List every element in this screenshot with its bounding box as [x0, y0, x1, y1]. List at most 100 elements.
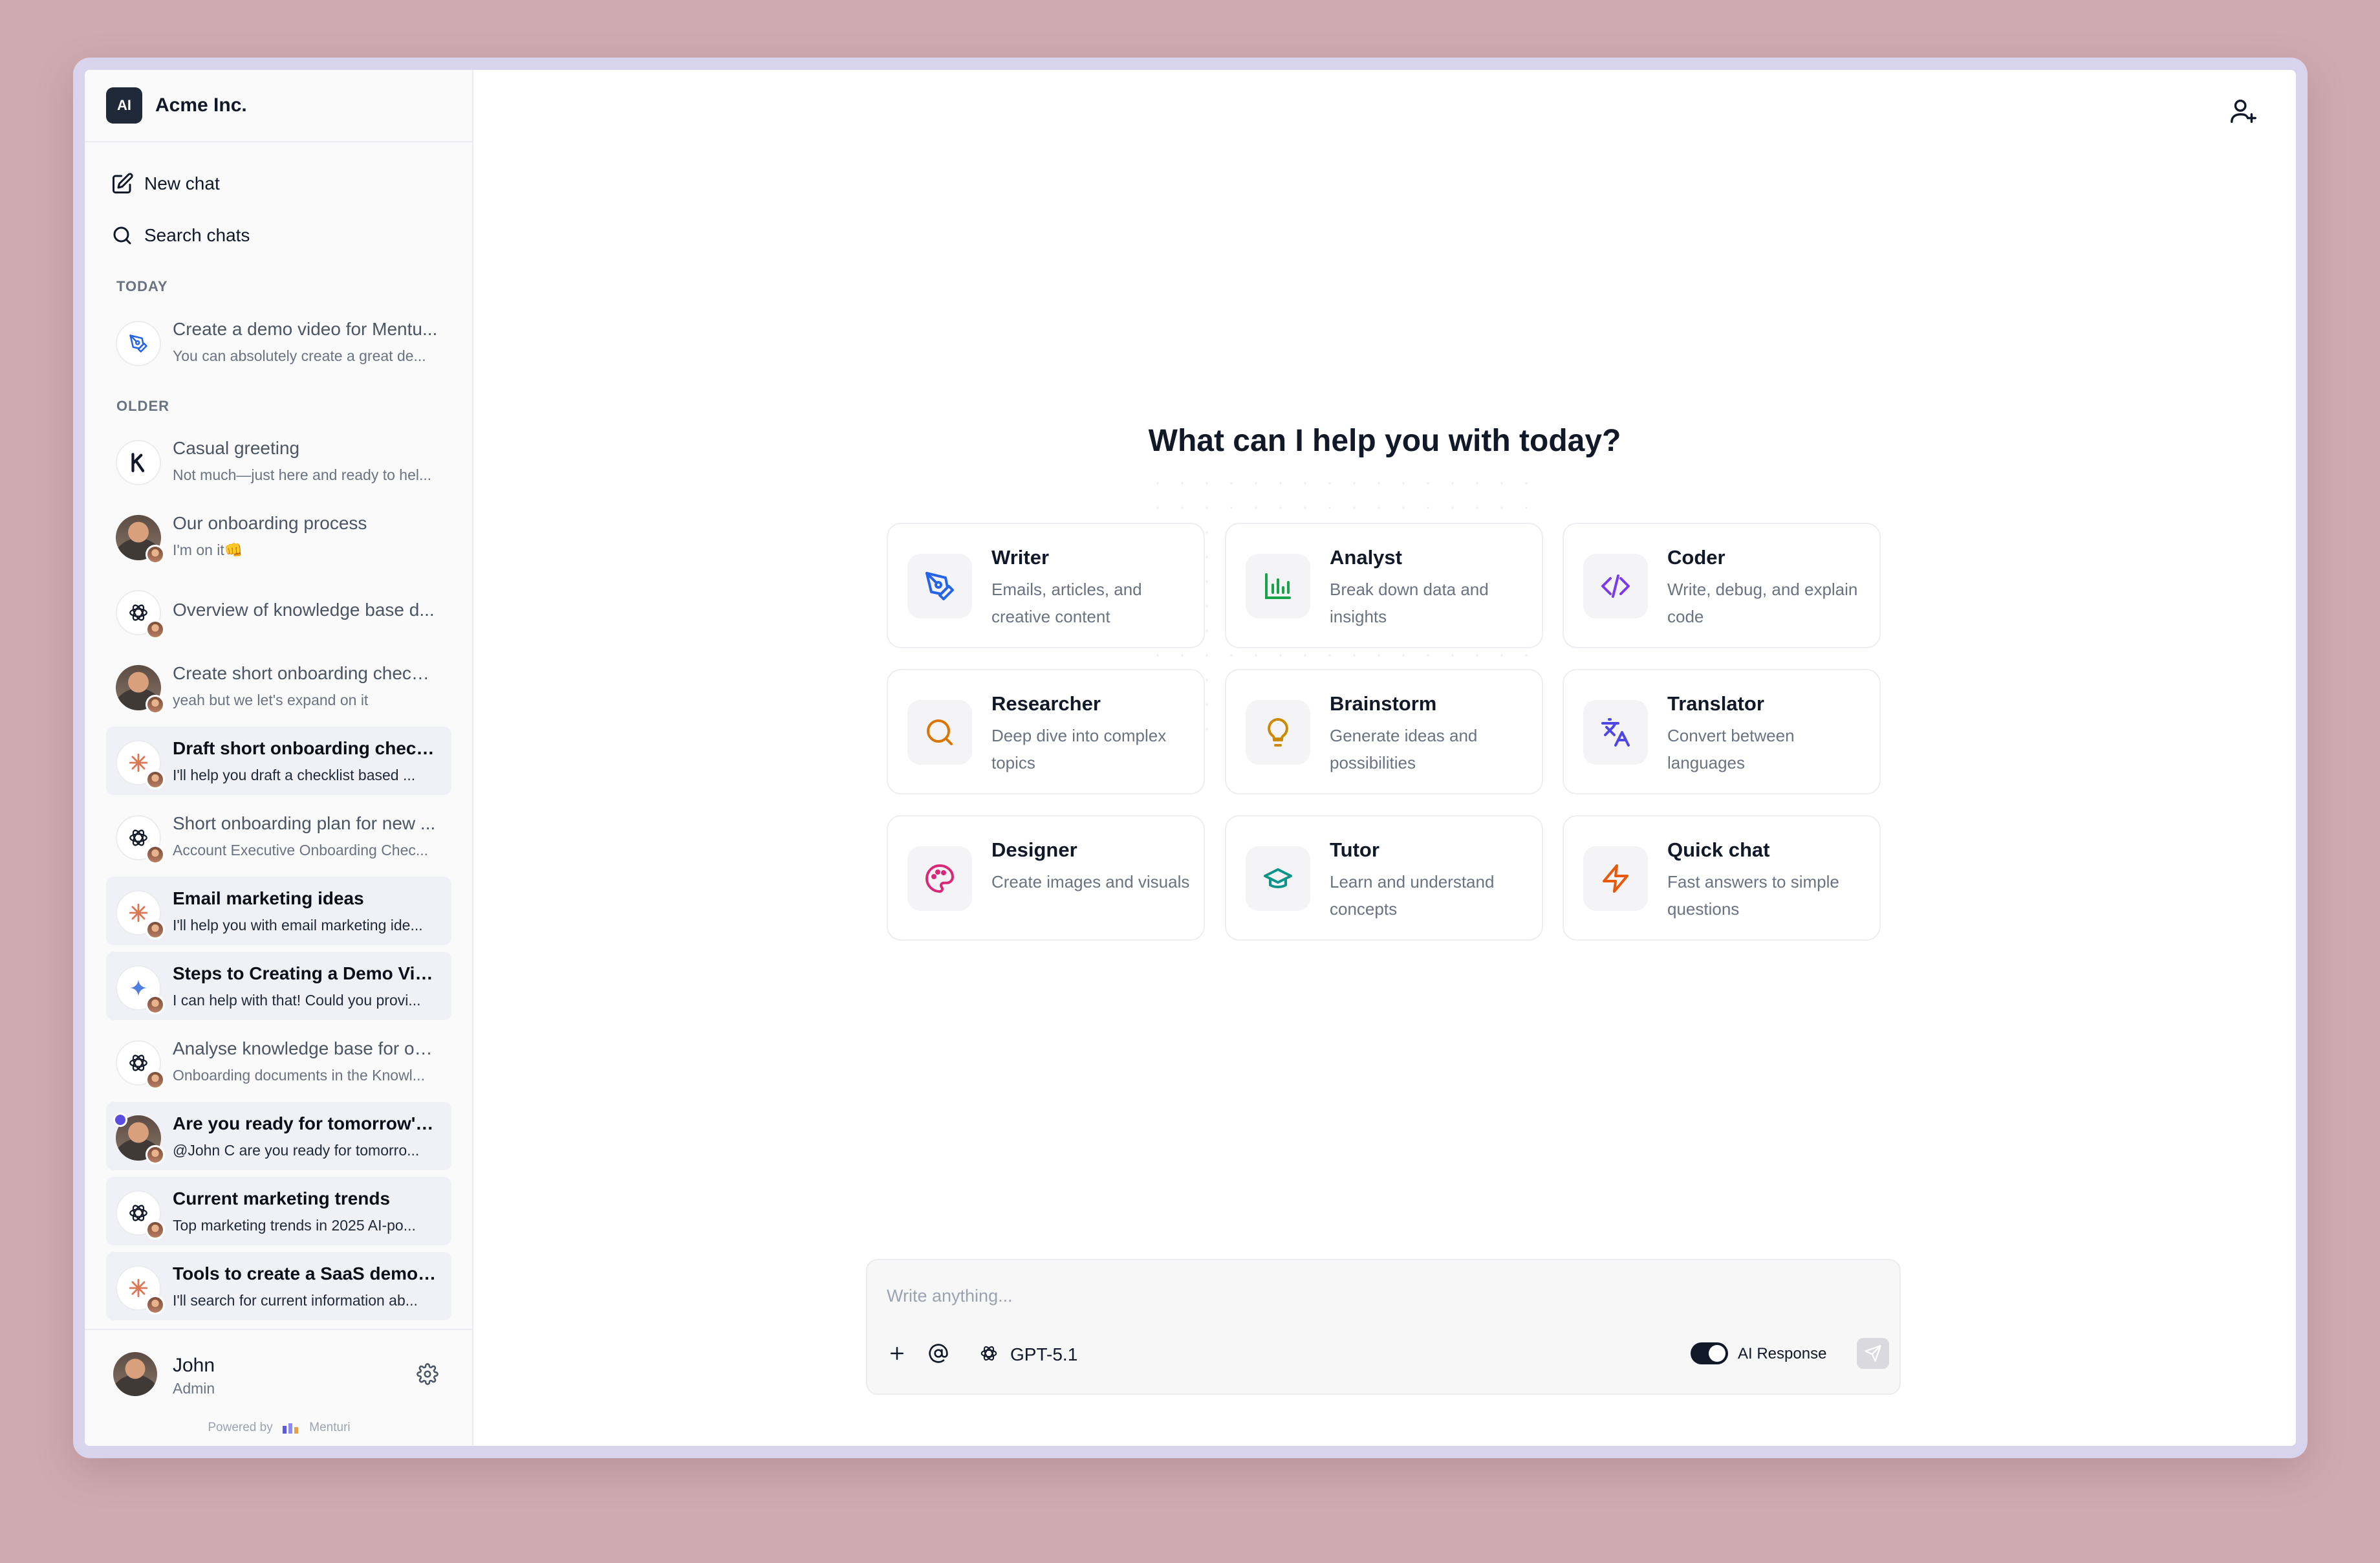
section-label-older: OLDER [116, 398, 169, 414]
org-logo: AI [106, 87, 142, 124]
participant-avatar [146, 620, 165, 639]
card-description: Generate ideas and possibilities [1330, 726, 1478, 772]
model-selector[interactable] [975, 1339, 1003, 1368]
composer: Write anything... GPT-5.1 AI Response [866, 1259, 1901, 1395]
chat-item[interactable]: Steps to Creating a Demo Vid... I can hel… [106, 952, 451, 1020]
card-description: Emails, articles, and creative content [991, 580, 1142, 626]
avatar[interactable] [113, 1352, 157, 1396]
assistant-card-designer[interactable]: Designer Create images and visuals [887, 815, 1205, 941]
add-attachment-button[interactable] [883, 1339, 911, 1368]
search-chats-button[interactable]: Search chats [111, 216, 447, 255]
pen-tool-icon [907, 554, 972, 618]
new-chat-label: New chat [144, 173, 220, 193]
card-title: Tutor [1330, 838, 1379, 861]
chat-title: Our onboarding process [173, 513, 367, 533]
chat-avatar [116, 440, 161, 485]
graduation-cap-icon [1246, 846, 1310, 911]
card-title: Designer [991, 838, 1077, 861]
page-title: What can I help you with today? [1148, 424, 1621, 458]
chat-item[interactable]: Tools to create a SaaS demo ... I'll sear… [106, 1252, 451, 1320]
chat-item[interactable]: Our onboarding process I'm on it👊 [106, 501, 451, 570]
send-icon [1865, 1345, 1881, 1362]
chat-title: Create short onboarding checkl... [173, 663, 438, 683]
assistant-card-researcher[interactable]: Researcher Deep dive into complex topics [887, 669, 1205, 794]
chat-avatar [116, 321, 161, 366]
chat-preview: I'll help you draft a checklist based ..… [173, 767, 416, 783]
assistant-card-quick-chat[interactable]: Quick chat Fast answers to simple questio… [1563, 815, 1881, 941]
card-title: Quick chat [1667, 838, 1770, 861]
plus-icon [891, 1347, 903, 1360]
powered-by-label: Powered by [208, 1421, 273, 1434]
chat-avatar [116, 1190, 165, 1240]
chat-preview: @John C are you ready for tomorro... [173, 1142, 420, 1159]
card-title: Analyst [1330, 546, 1402, 569]
section-label-today: TODAY [116, 278, 168, 294]
search-icon [907, 700, 972, 765]
participant-avatar [146, 1295, 165, 1315]
search-icon [113, 226, 131, 245]
chat-item[interactable]: Analyse knowledge base for on... Onboardi… [106, 1027, 451, 1095]
pen-tool-icon [116, 321, 161, 366]
zap-icon [1583, 846, 1648, 911]
card-description: Deep dive into complex topics [991, 726, 1167, 772]
card-title: Coder [1667, 546, 1726, 569]
chat-preview: Account Executive Onboarding Chec... [173, 842, 429, 858]
chat-item[interactable]: Overview of knowledge base d... [106, 576, 451, 645]
model-name[interactable]: GPT-5.1 [1010, 1344, 1077, 1365]
chat-item[interactable]: Short onboarding plan for new ... Account… [106, 802, 451, 870]
participant-avatar [146, 1220, 165, 1240]
participant-avatar [146, 695, 165, 714]
card-description: Convert between languages [1667, 726, 1795, 772]
at-sign-icon [929, 1344, 948, 1363]
chat-title: Analyse knowledge base for on... [173, 1038, 438, 1058]
chat-item[interactable]: Create a demo video for Mentu... You can … [106, 307, 451, 376]
new-chat-button[interactable]: New chat [111, 164, 447, 203]
chat-item[interactable]: Email marketing ideas I'll help you with … [106, 877, 451, 945]
chat-title: Current marketing trends [173, 1188, 391, 1208]
chat-title: Draft short onboarding check... [173, 738, 438, 758]
sidebar-footer: John Admin Powered by Menturi [85, 1329, 473, 1446]
chat-item[interactable]: Draft short onboarding check... I'll help… [106, 727, 451, 795]
k-logo-icon [116, 440, 161, 485]
chat-avatar [116, 515, 165, 564]
chat-title: Steps to Creating a Demo Vid... [173, 963, 438, 983]
gear-icon[interactable] [416, 1363, 438, 1385]
card-description: Break down data and insights [1330, 580, 1489, 626]
card-title: Translator [1667, 692, 1764, 715]
chat-item[interactable]: Casual greeting Not much—just here and re… [106, 426, 451, 495]
assistant-card-translator[interactable]: Translator Convert between languages [1563, 669, 1881, 794]
chat-avatar [116, 1040, 165, 1089]
app-window: AI Acme Inc. New chat Search chats TODAY… [85, 70, 2296, 1446]
chat-preview: Top marketing trends in 2025 AI-po... [173, 1217, 416, 1234]
message-input[interactable]: Write anything... [887, 1286, 1013, 1306]
user-role: Admin [173, 1380, 215, 1397]
chat-item[interactable]: Create short onboarding checkl... yeah bu… [106, 651, 451, 720]
chat-avatar [116, 815, 165, 864]
assistant-card-writer[interactable]: Writer Emails, articles, and creative con… [887, 523, 1205, 648]
chat-avatar [116, 1265, 165, 1315]
org-name[interactable]: Acme Inc. [155, 94, 247, 116]
chat-title: Email marketing ideas [173, 888, 364, 908]
code-icon [1583, 554, 1648, 618]
assistant-card-tutor[interactable]: Tutor Learn and understand concepts [1225, 815, 1543, 941]
chat-item[interactable]: Current marketing trends Top marketing tr… [106, 1177, 451, 1245]
chat-item[interactable]: Are you ready for tomorrow's ... @John C … [106, 1102, 451, 1170]
chat-avatar [116, 740, 165, 789]
card-description: Learn and understand concepts [1330, 872, 1495, 919]
card-description: Fast answers to simple questions [1667, 872, 1839, 919]
card-description: Create images and visuals [991, 872, 1190, 891]
powered-by-brand: Menturi [309, 1421, 351, 1434]
assistant-card-coder[interactable]: Coder Write, debug, and explain code [1563, 523, 1881, 648]
assistant-card-analyst[interactable]: Analyst Break down data and insights [1225, 523, 1543, 648]
participant-avatar [146, 770, 165, 789]
card-description: Write, debug, and explain code [1667, 580, 1858, 626]
ai-response-toggle[interactable] [1691, 1342, 1728, 1364]
assistant-card-brainstorm[interactable]: Brainstorm Generate ideas and possibiliti… [1225, 669, 1543, 794]
add-user-icon[interactable] [2228, 96, 2258, 126]
send-button[interactable] [1857, 1338, 1889, 1369]
chat-title: Create a demo video for Mentu... [173, 319, 438, 339]
mention-button[interactable] [924, 1339, 953, 1368]
participant-avatar [146, 1070, 165, 1089]
openai-icon [980, 1346, 997, 1361]
participant-avatar [146, 1145, 165, 1164]
